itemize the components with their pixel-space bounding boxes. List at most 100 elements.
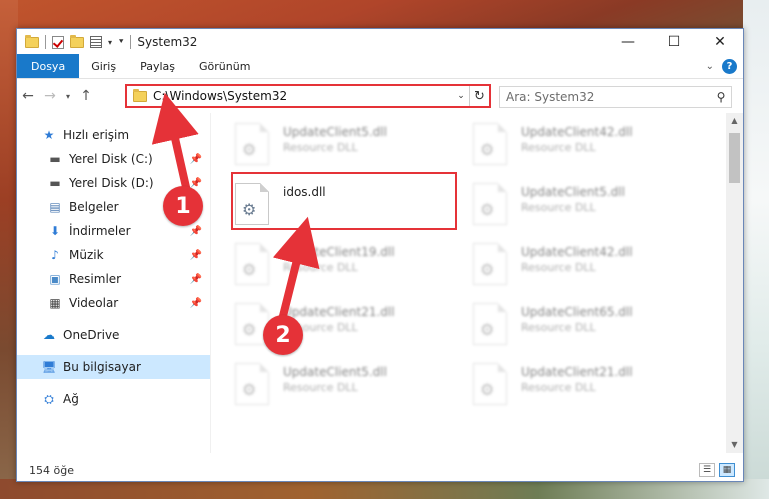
scrollbar-thumb[interactable] — [729, 133, 740, 183]
tab-view[interactable]: Görünüm — [187, 54, 262, 78]
expand-ribbon-chevron-icon[interactable]: ⌄ — [706, 61, 714, 72]
sidebar-item-label: Hızlı erişim — [63, 128, 130, 142]
videos-icon: ▦ — [49, 296, 61, 310]
tab-home[interactable]: Giriş — [79, 54, 128, 78]
tab-share[interactable]: Paylaş — [128, 54, 187, 78]
navigation-pane: ★ Hızlı erişim ▬ Yerel Disk (C:) 📌 ▬ Yer… — [17, 113, 211, 453]
address-dropdown-icon[interactable]: ⌄ — [453, 91, 469, 101]
forward-arrow-icon[interactable]: → — [39, 88, 61, 104]
file-tile[interactable]: ⚙ UpdateClient5.dll Resource DLL — [235, 359, 461, 419]
file-type: Resource DLL — [521, 321, 596, 334]
back-arrow-icon[interactable]: ← — [17, 88, 39, 104]
toolbar-separator — [130, 35, 132, 49]
content-area: ★ Hızlı erişim ▬ Yerel Disk (C:) 📌 ▬ Yer… — [17, 113, 743, 453]
file-tile[interactable]: ⚙ UpdateClient19.dll Resource DLL — [235, 239, 461, 299]
folder-icon — [133, 88, 147, 102]
pin-icon[interactable]: 📌 — [190, 178, 202, 189]
details-view-icon[interactable]: ☰ — [699, 463, 715, 477]
vertical-scrollbar[interactable]: ▲ ▼ — [726, 113, 743, 453]
sidebar-item-onedrive[interactable]: ☁ OneDrive — [17, 323, 210, 347]
dll-file-icon: ⚙ — [473, 123, 507, 165]
sidebar-item-network[interactable]: ⛭ Ağ — [17, 387, 210, 411]
sidebar-item-this-pc[interactable]: 🖥 Bu bilgisayar — [17, 355, 210, 379]
new-folder-icon[interactable] — [70, 34, 84, 48]
search-icon: ⚲ — [716, 90, 726, 104]
customize-toolbar-dropdown-icon[interactable]: ▾ — [108, 38, 112, 47]
file-name: UpdateClient5.dll — [283, 365, 387, 379]
close-button[interactable]: ✕ — [697, 29, 743, 55]
ribbon-right-controls: ⌄ ? — [706, 59, 737, 74]
file-tile[interactable]: ⚙ UpdateClient21.dll Resource DLL — [473, 359, 699, 419]
file-tile[interactable]: ⚙ UpdateClient65.dll Resource DLL — [473, 299, 699, 359]
file-list: ⚙ UpdateClient5.dll Resource DLL ⚙ idos.d… — [211, 113, 743, 453]
pin-icon[interactable]: 📌 — [190, 250, 202, 261]
desktop-background-right — [743, 0, 769, 499]
star-icon: ★ — [43, 128, 55, 142]
maximize-button[interactable]: ☐ — [651, 29, 697, 55]
documents-icon: ▤ — [49, 200, 61, 214]
file-type: Resource DLL — [521, 141, 596, 154]
file-type: Resource DLL — [521, 201, 596, 214]
search-box[interactable]: Ara: System32 ⚲ — [499, 86, 732, 108]
dll-file-icon: ⚙ — [473, 183, 507, 225]
sidebar-item-label: Müzik — [69, 248, 104, 262]
file-tile[interactable]: ⚙ UpdateClient5.dll Resource DLL — [473, 179, 699, 239]
file-name: UpdateClient5.dll — [283, 125, 387, 139]
dll-file-icon: ⚙ — [473, 363, 507, 405]
file-type: Resource DLL — [283, 381, 358, 394]
up-arrow-icon[interactable]: ↑ — [75, 88, 97, 104]
dll-file-icon: ⚙ — [235, 363, 269, 405]
sidebar-item-music[interactable]: ♪ Müzik 📌 — [17, 243, 210, 267]
tab-file[interactable]: Dosya — [17, 54, 80, 78]
title-bar: ▾ ⯆ System32 — ☐ ✕ — [17, 29, 743, 55]
rename-icon[interactable] — [90, 36, 102, 48]
file-name: UpdateClient21.dll — [283, 305, 395, 319]
pictures-icon: ▣ — [49, 272, 61, 286]
dll-file-icon: ⚙ — [235, 243, 269, 285]
address-bar[interactable]: C:\Windows\System32 ⌄ ↻ — [125, 84, 491, 108]
search-input[interactable]: Ara: System32 — [506, 90, 711, 104]
file-name: UpdateClient19.dll — [283, 245, 395, 259]
status-bar: 154 öğe ☰ ▦ — [17, 459, 743, 481]
file-name: UpdateClient65.dll — [521, 305, 633, 319]
minimize-button[interactable]: — — [605, 29, 651, 55]
music-icon: ♪ — [51, 248, 59, 262]
properties-check-icon[interactable] — [52, 35, 64, 49]
sidebar-item-label: Videolar — [69, 296, 119, 310]
sidebar-item-videos[interactable]: ▦ Videolar 📌 — [17, 291, 210, 315]
sidebar-item-pictures[interactable]: ▣ Resimler 📌 — [17, 267, 210, 291]
recent-locations-chevron-icon[interactable]: ▾ — [61, 92, 75, 101]
large-icons-view-icon[interactable]: ▦ — [719, 463, 735, 477]
sidebar-item-label: Bu bilgisayar — [63, 360, 141, 374]
cloud-icon: ☁ — [43, 328, 55, 342]
file-tile[interactable]: ⚙ UpdateClient42.dll Resource DLL — [473, 119, 699, 179]
sidebar-item-label: Yerel Disk (C:) — [69, 152, 153, 166]
refresh-icon[interactable]: ↻ — [469, 86, 489, 106]
sidebar-item-label: Yerel Disk (D:) — [69, 176, 154, 190]
scroll-down-icon[interactable]: ▼ — [726, 437, 743, 453]
qat-menu-icon[interactable]: ⯆ — [118, 37, 124, 47]
toolbar-separator — [45, 35, 46, 49]
file-tile[interactable]: ⚙ UpdateClient42.dll Resource DLL — [473, 239, 699, 299]
dll-file-icon: ⚙ — [473, 303, 507, 345]
pin-icon[interactable]: 📌 — [190, 226, 202, 237]
scroll-up-icon[interactable]: ▲ — [726, 113, 743, 129]
file-name: UpdateClient42.dll — [521, 245, 633, 259]
pin-icon[interactable]: 📌 — [190, 298, 202, 309]
address-path[interactable]: C:\Windows\System32 — [153, 89, 453, 103]
dll-file-icon: ⚙ — [473, 243, 507, 285]
help-icon[interactable]: ? — [722, 59, 737, 74]
sidebar-item-label: OneDrive — [63, 328, 120, 342]
file-type: Resource DLL — [283, 141, 358, 154]
sidebar-item-quick-access[interactable]: ★ Hızlı erişim — [17, 123, 210, 147]
file-name: UpdateClient21.dll — [521, 365, 633, 379]
step-badge-2: 2 — [263, 315, 303, 355]
file-tile[interactable]: ⚙ UpdateClient5.dll Resource DLL — [235, 119, 461, 179]
pin-icon[interactable]: 📌 — [190, 274, 202, 285]
sidebar-item-local-disk-c[interactable]: ▬ Yerel Disk (C:) 📌 — [17, 147, 210, 171]
pin-icon[interactable]: 📌 — [190, 154, 202, 165]
navigation-bar: ← → ▾ ↑ C:\Windows\System32 ⌄ ↻ Ara: Sys… — [17, 79, 743, 113]
drive-icon: ▬ — [49, 176, 61, 190]
